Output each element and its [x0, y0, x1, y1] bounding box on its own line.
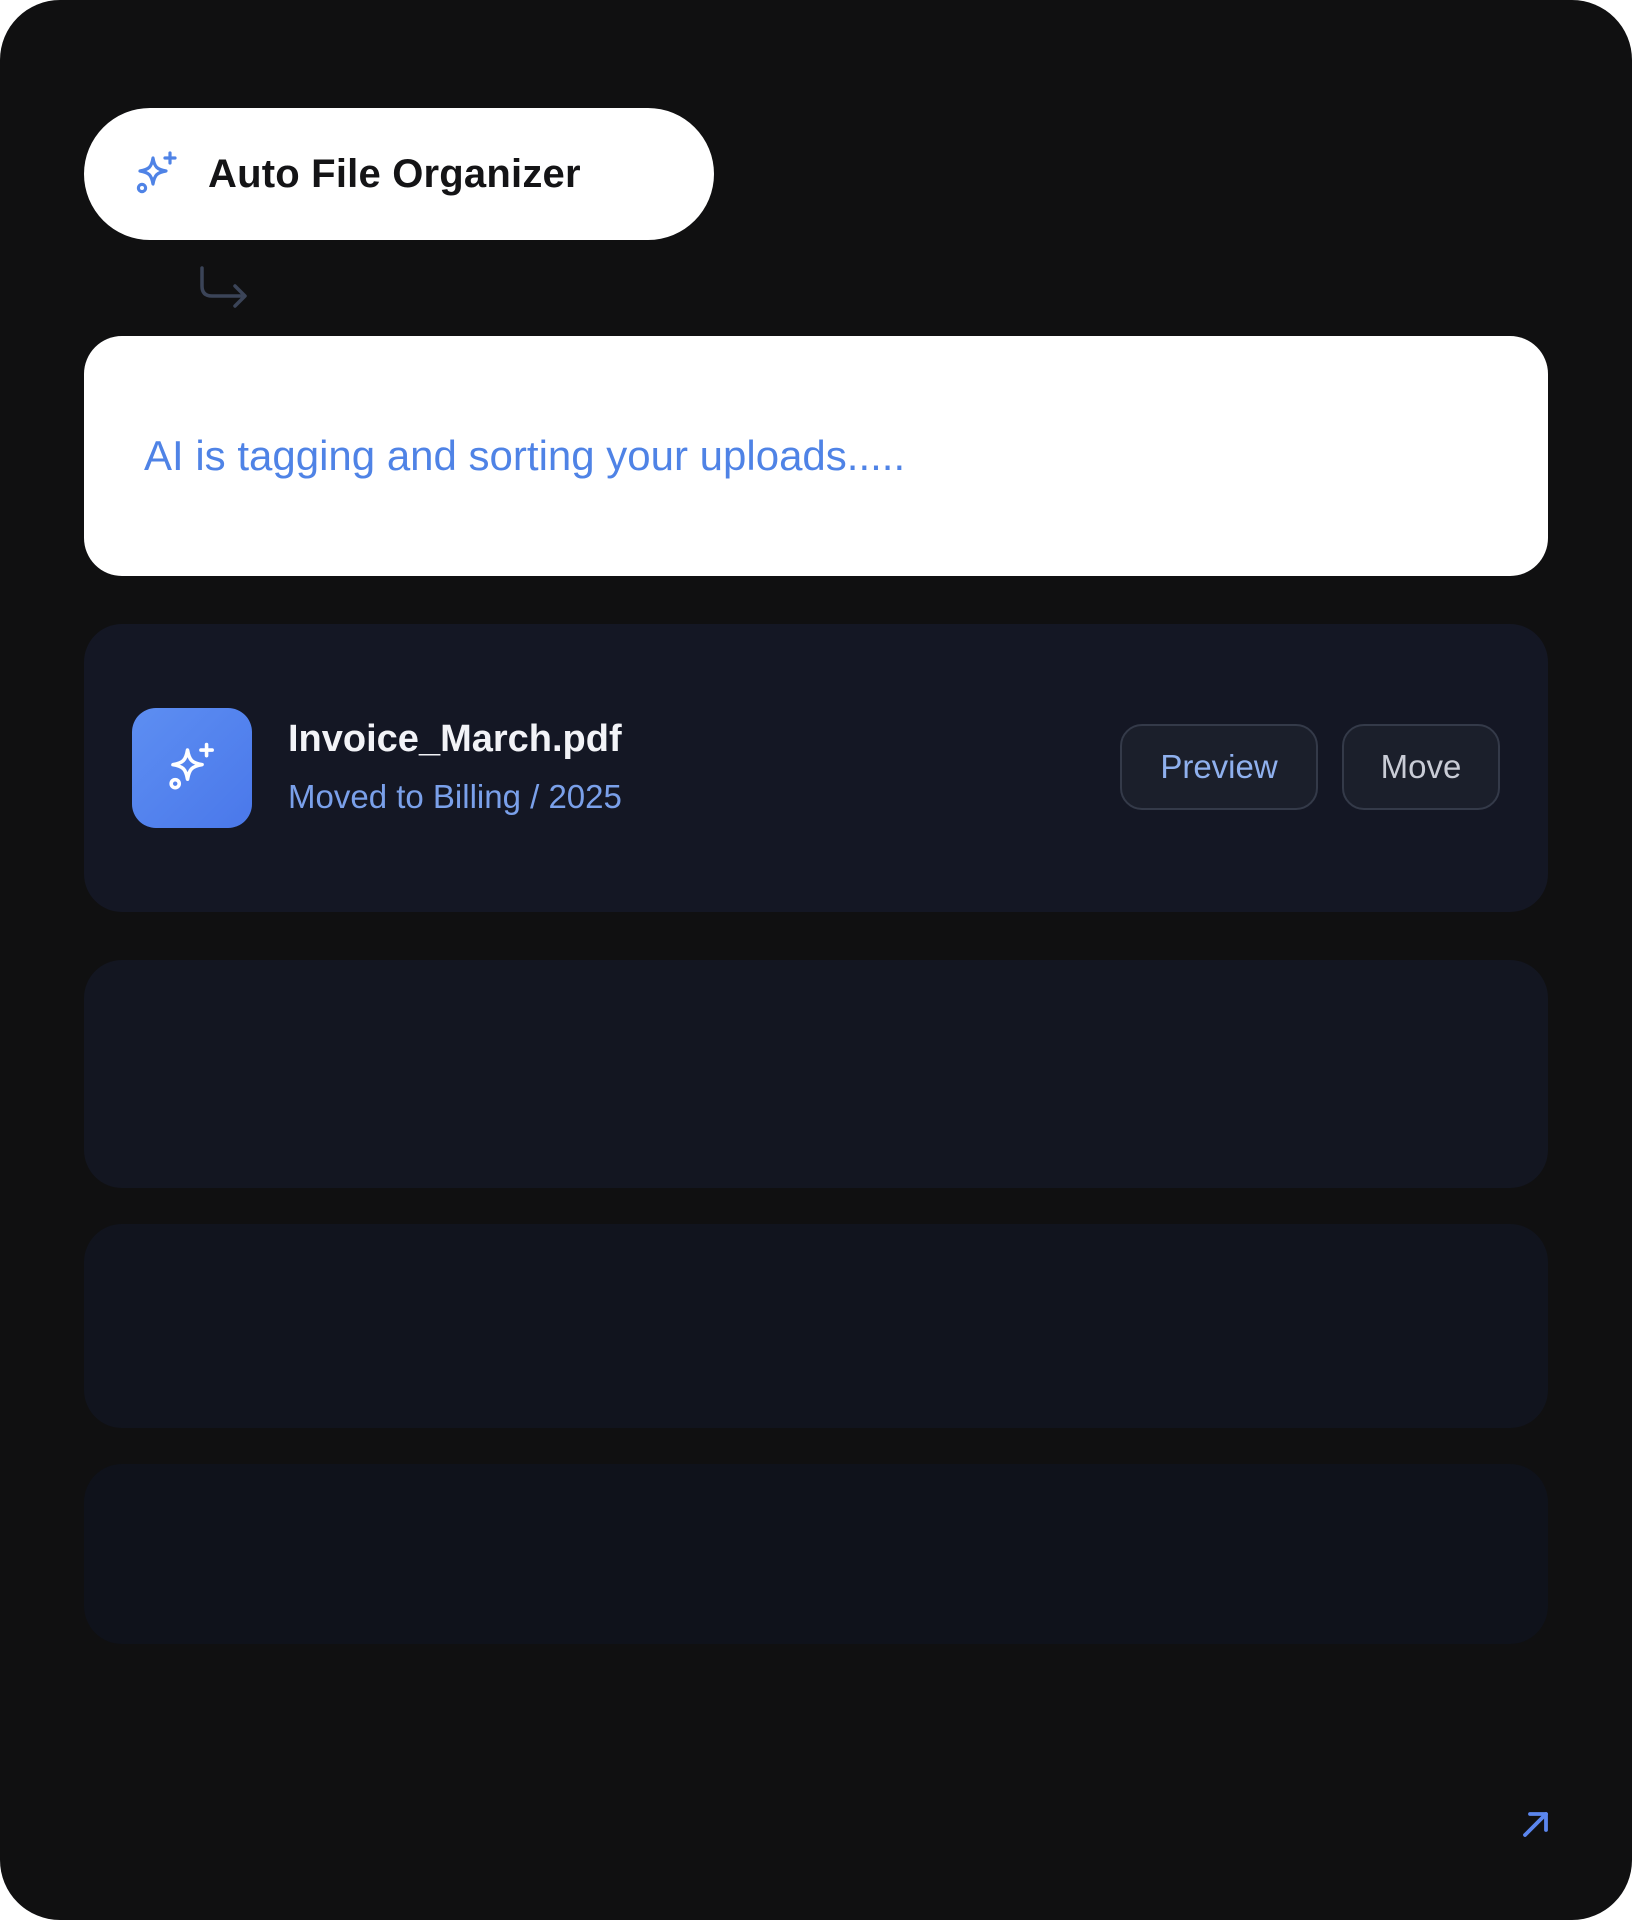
app-title-pill: Auto File Organizer — [84, 108, 714, 240]
sparkles-icon — [169, 742, 214, 790]
file-card-placeholder — [84, 1224, 1548, 1428]
move-button[interactable]: Move — [1342, 724, 1500, 810]
app-frame: Auto File Organizer AI is tagging and so… — [0, 0, 1632, 1920]
status-message: AI is tagging and sorting your uploads..… — [144, 432, 906, 479]
sparkles-icon — [132, 149, 182, 199]
file-type-badge — [132, 708, 252, 828]
file-card-placeholder — [84, 960, 1548, 1188]
return-arrow-icon — [196, 264, 254, 320]
file-card-placeholder — [84, 1464, 1548, 1644]
file-name: Invoice_March.pdf — [288, 718, 622, 760]
preview-button[interactable]: Preview — [1120, 724, 1318, 810]
arrow-up-right-icon[interactable] — [1518, 1806, 1554, 1842]
app-title: Auto File Organizer — [208, 151, 581, 196]
status-card: AI is tagging and sorting your uploads..… — [84, 336, 1548, 576]
file-status: Moved to Billing / 2025 — [288, 778, 622, 815]
file-card: Invoice_March.pdf Moved to Billing / 202… — [84, 624, 1548, 912]
